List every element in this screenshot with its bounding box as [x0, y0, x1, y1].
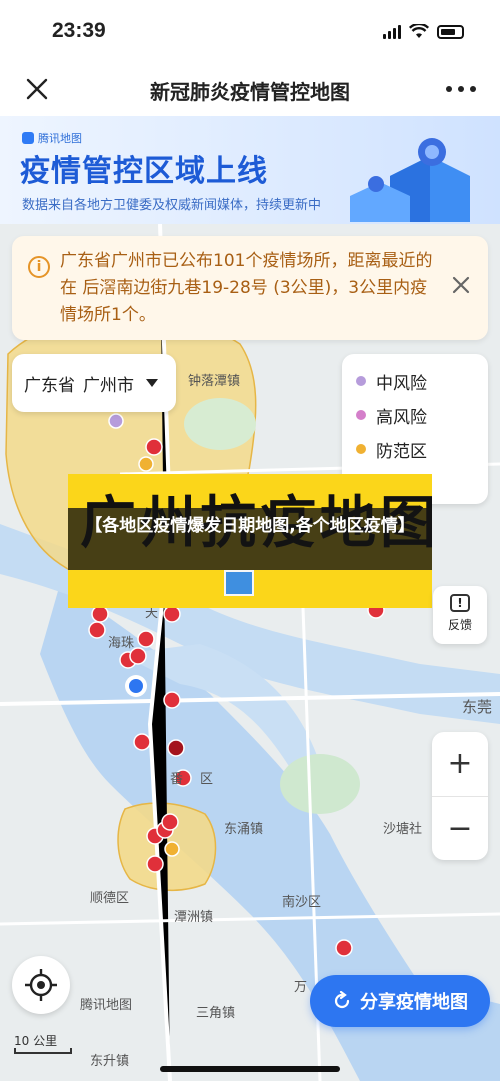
status-icons — [383, 24, 464, 39]
map-label: 三角镇 — [196, 1006, 236, 1021]
legend-item: 高风险 — [356, 398, 488, 432]
map-label: 潭洲镇 — [174, 910, 214, 925]
scale-bar — [14, 1048, 72, 1054]
share-map-button[interactable]: 分享疫情地图 — [310, 975, 490, 1027]
status-bar: 23:39 — [0, 0, 500, 62]
map-label: 海珠 — [108, 636, 135, 651]
locate-button[interactable] — [12, 956, 70, 1014]
map-label: 沙塘社 — [383, 822, 423, 837]
alert-text: 广东省广州市已公布101个疫情场所，距离最近的在 后滘南边街九巷19-28号 (… — [60, 251, 433, 325]
map-label: 区 — [200, 772, 214, 787]
share-refresh-icon — [334, 991, 350, 1009]
zoom-out-button[interactable]: − — [432, 796, 488, 860]
map-label: 东涌镇 — [224, 822, 264, 837]
overlay-caption: 【各地区疫情爆发日期地图,各个地区疫情】 — [68, 508, 432, 570]
map-label: 番 — [170, 772, 184, 787]
page-title: 新冠肺炎疫情管控地图 — [150, 80, 350, 104]
legend-label: 中风险 — [376, 373, 427, 394]
map-tencent-watermark: 腾讯地图 — [80, 998, 133, 1013]
feedback-button[interactable]: ! 反馈 — [433, 586, 487, 644]
legend-label: 防范区 — [376, 441, 427, 462]
region-city: 广州市 — [83, 375, 134, 396]
banner-subtitle: 数据来自各地方卫健委及权威新闻媒体，持续更新中 — [22, 198, 322, 213]
close-icon[interactable] — [448, 272, 474, 298]
map-label: 南沙区 — [282, 895, 322, 910]
virus-building-illustration-icon — [350, 138, 470, 222]
map-label: 顺德区 — [90, 891, 130, 906]
share-label: 分享疫情地图 — [360, 992, 468, 1013]
status-time: 23:39 — [52, 19, 106, 42]
map-label: 钟落潭镇 — [188, 374, 241, 389]
wifi-icon — [409, 24, 429, 38]
region-selector[interactable]: 广东省 广州市 — [12, 354, 176, 412]
banner-title: 疫情管控区域上线 — [20, 154, 268, 189]
region-province: 广东省 — [24, 375, 75, 396]
caret-down-icon — [146, 379, 158, 387]
map-base — [0, 224, 500, 1081]
battery-icon — [437, 25, 464, 39]
legend-item: 中风险 — [356, 364, 488, 398]
tencent-map-logo-icon — [22, 132, 34, 144]
map-label: 东莞 — [462, 698, 493, 716]
legend-item: 防范区 — [356, 432, 488, 466]
feedback-icon: ! — [450, 594, 470, 612]
map-label: 万 — [294, 980, 308, 995]
precaution-dot-icon — [356, 444, 366, 454]
folded-map-icon — [224, 570, 254, 596]
home-indicator — [160, 1066, 340, 1072]
scale-label: 10 公里 — [14, 1034, 58, 1048]
feedback-label: 反馈 — [447, 618, 472, 632]
more-icon[interactable] — [446, 86, 476, 92]
signal-icon — [383, 25, 401, 39]
legend-label: 高风险 — [376, 407, 427, 428]
high-risk-dot-icon — [356, 410, 366, 420]
crosshair-icon — [25, 969, 57, 1001]
map-canvas[interactable]: 钟落潭镇 海珠 天 东莞 番 区 东涌镇 沙塘社 顺德区 潭洲镇 南沙区 三角镇… — [0, 224, 500, 1081]
medium-risk-dot-icon — [356, 376, 366, 386]
map-label: 东升镇 — [90, 1054, 130, 1069]
zoom-control: + − — [432, 732, 488, 860]
promo-banner[interactable]: 腾讯地图 疫情管控区域上线 数据来自各地方卫健委及权威新闻媒体，持续更新中 — [0, 116, 500, 224]
banner-brand: 腾讯地图 — [22, 130, 82, 146]
banner-brand-label: 腾讯地图 — [38, 132, 82, 145]
info-icon: i — [28, 256, 50, 278]
nav-bar: 新冠肺炎疫情管控地图 — [0, 62, 500, 116]
nearby-alert: i 广东省广州市已公布101个疫情场所，距离最近的在 后滘南边街九巷19-28号… — [12, 236, 488, 340]
zoom-in-button[interactable]: + — [432, 732, 488, 796]
